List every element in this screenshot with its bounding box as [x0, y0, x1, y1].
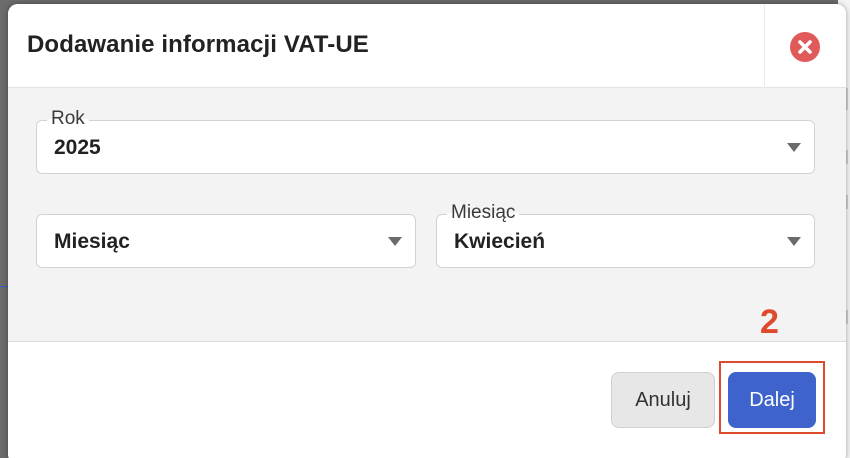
- year-label: Rok: [47, 108, 89, 130]
- cancel-button[interactable]: Anuluj: [611, 372, 715, 428]
- period-type-select[interactable]: Miesiąc: [36, 214, 416, 268]
- year-select[interactable]: Rok 2025: [36, 108, 815, 174]
- month-value: Kwiecień: [454, 230, 546, 253]
- period-type-value: Miesiąc: [54, 230, 130, 253]
- close-area: [764, 4, 846, 88]
- chevron-down-icon: [388, 237, 402, 246]
- month-select[interactable]: Miesiąc Kwiecień: [436, 202, 815, 268]
- month-label: Miesiąc: [447, 202, 520, 224]
- chevron-down-icon: [787, 237, 801, 246]
- background-divider: [0, 286, 8, 287]
- dialog-body: Rok 2025 Miesiąc Miesiąc Kwiecień: [8, 88, 846, 342]
- dialog-title: Dodawanie informacji VAT-UE: [27, 31, 369, 58]
- year-value: 2025: [54, 136, 101, 159]
- step-number-annotation: 2: [760, 303, 779, 341]
- dialog-header: Dodawanie informacji VAT-UE: [8, 4, 846, 88]
- close-icon[interactable]: [790, 32, 820, 62]
- chevron-down-icon: [787, 143, 801, 152]
- highlight-annotation: [719, 361, 825, 434]
